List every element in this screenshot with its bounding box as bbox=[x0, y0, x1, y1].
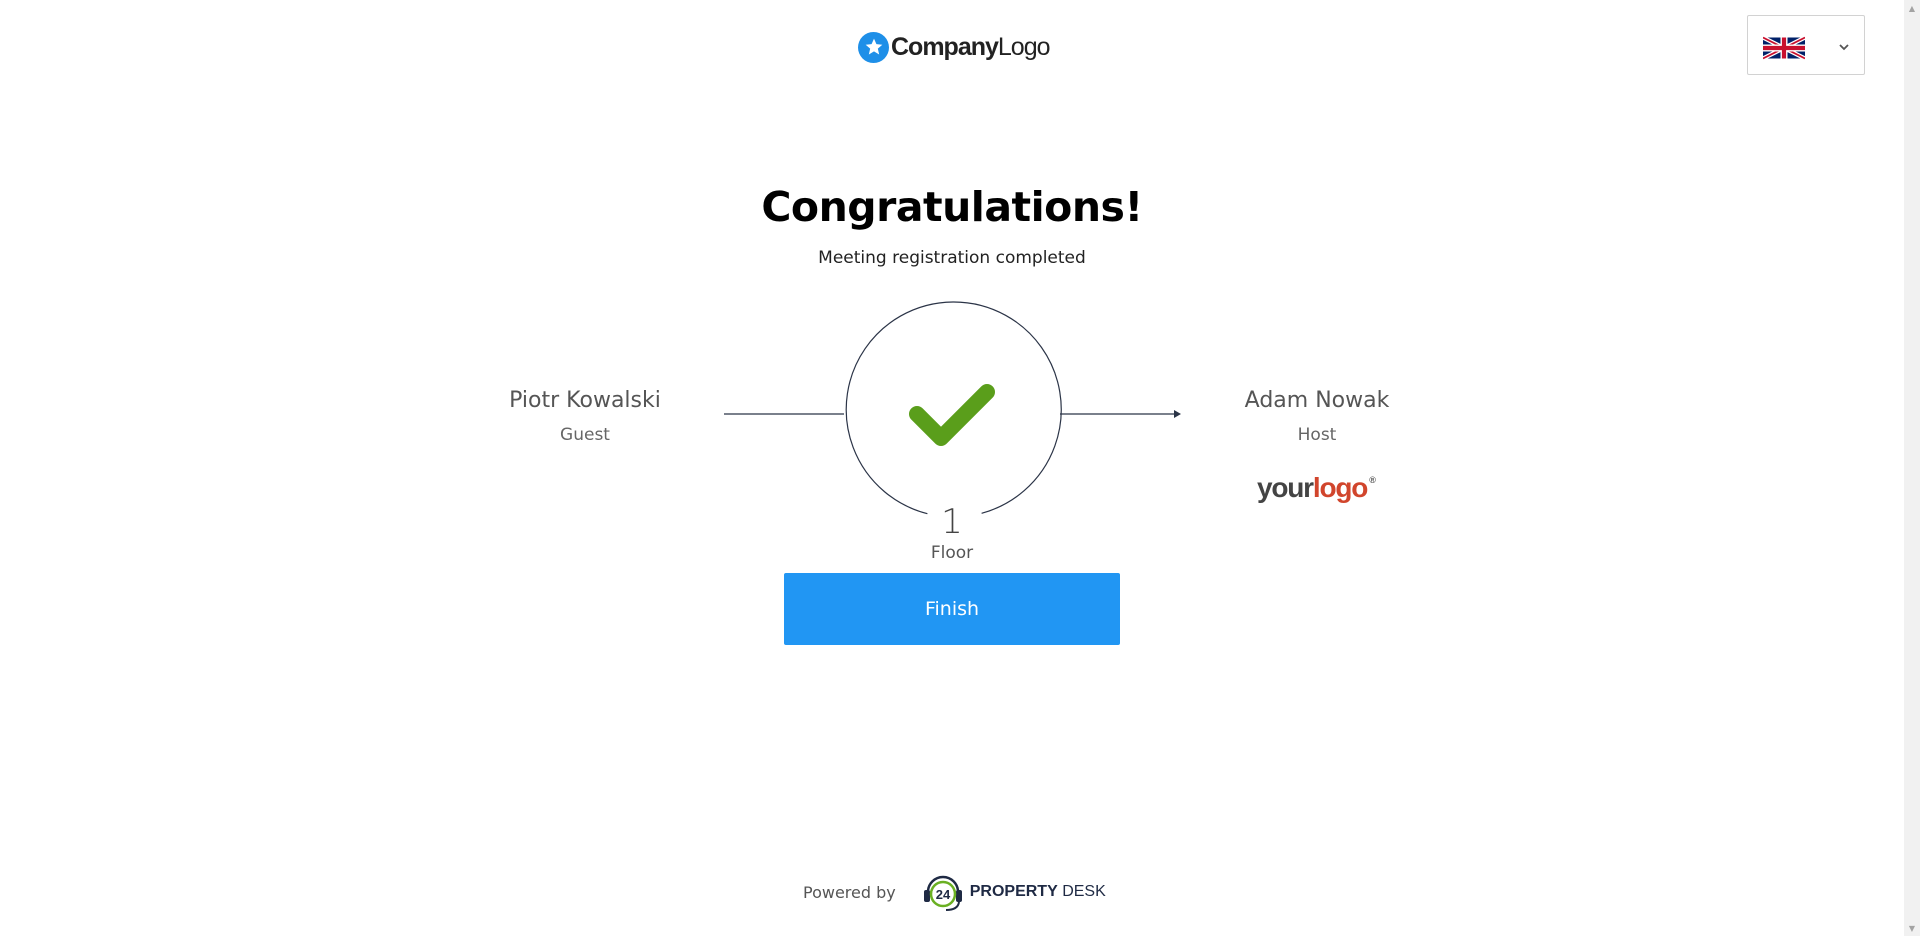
status-circle bbox=[845, 301, 1062, 515]
svg-text:24: 24 bbox=[936, 887, 951, 902]
uk-flag-icon bbox=[1762, 35, 1806, 64]
page: CompanyLogo Congratulations! Meeting reg… bbox=[0, 0, 1904, 936]
chevron-down-icon bbox=[1838, 38, 1850, 57]
language-select[interactable] bbox=[1747, 15, 1865, 75]
meeting-flow-diagram bbox=[724, 301, 1181, 515]
powered-by-label: Powered by bbox=[803, 882, 896, 902]
page-title: Congratulations! bbox=[761, 183, 1143, 231]
vertical-scrollbar[interactable]: ▲ ▼ bbox=[1904, 0, 1920, 936]
guest-role: Guest bbox=[560, 425, 610, 445]
footer: Powered by 24 PROPERTY DESK bbox=[803, 870, 1106, 914]
finish-button[interactable]: Finish bbox=[784, 573, 1120, 645]
company-logo-text: CompanyLogo bbox=[891, 32, 1051, 61]
scroll-up-arrow-icon[interactable]: ▲ bbox=[1904, 0, 1920, 16]
guest-name: Piotr Kowalski bbox=[509, 388, 661, 413]
floor-number: 1 bbox=[941, 502, 963, 542]
host-company-logo: yourlogo ® bbox=[1257, 472, 1376, 503]
property-desk-logo: 24 PROPERTY DESK bbox=[920, 870, 1106, 914]
host-info: Adam Nowak Host bbox=[1197, 388, 1437, 445]
property-desk-text: PROPERTY DESK bbox=[969, 883, 1106, 900]
guest-info: Piotr Kowalski Guest bbox=[465, 388, 705, 445]
page-subtitle: Meeting registration completed bbox=[818, 248, 1086, 268]
headset-24-icon: 24 bbox=[923, 875, 962, 911]
company-logo: CompanyLogo bbox=[858, 30, 1051, 64]
floor-label: Floor bbox=[930, 543, 974, 563]
arrow-head-icon bbox=[1174, 410, 1181, 418]
host-name: Adam Nowak bbox=[1244, 388, 1390, 413]
scroll-down-arrow-icon[interactable]: ▼ bbox=[1904, 920, 1920, 936]
star-icon bbox=[858, 31, 889, 63]
checkmark-icon bbox=[909, 384, 995, 446]
host-role: Host bbox=[1297, 425, 1337, 445]
